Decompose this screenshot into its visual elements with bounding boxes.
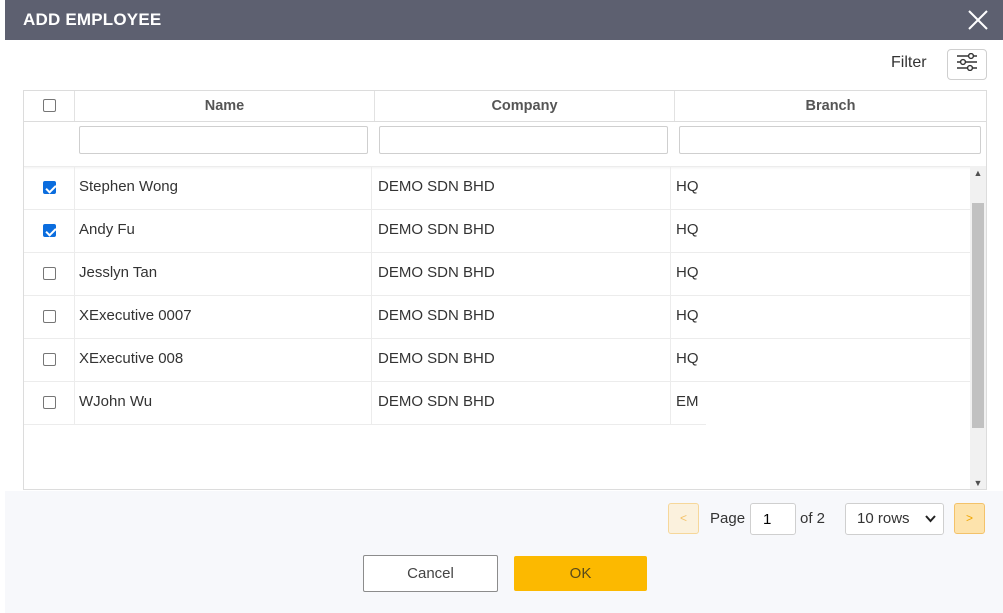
column-divider xyxy=(74,167,75,209)
column-divider xyxy=(74,210,75,252)
row-select-checkbox[interactable] xyxy=(43,224,56,237)
table-row[interactable]: XExecutive 0007 DEMO SDN BHD HQ xyxy=(24,295,970,338)
cell-name: WJohn Wu xyxy=(79,393,153,410)
column-header-name[interactable]: Name xyxy=(74,91,374,121)
scroll-up-arrow-icon[interactable]: ▲ xyxy=(970,166,986,180)
column-divider xyxy=(670,253,671,295)
row-select-checkbox[interactable] xyxy=(43,353,56,366)
column-divider xyxy=(74,296,75,338)
column-divider xyxy=(670,296,671,338)
row-select-checkbox[interactable] xyxy=(43,310,56,323)
cell-name: Jesslyn Tan xyxy=(79,264,158,281)
rows-per-page-select[interactable]: 10 rows xyxy=(845,503,944,535)
dialog-title: ADD EMPLOYEE xyxy=(23,10,162,29)
ok-button[interactable]: OK xyxy=(514,556,647,591)
page-label: Page xyxy=(710,510,746,527)
cell-company: DEMO SDN BHD xyxy=(378,221,495,238)
select-all-checkbox[interactable] xyxy=(43,99,56,112)
add-employee-dialog: ADD EMPLOYEE Filter Name Company Branch … xyxy=(0,0,1003,613)
vertical-scrollbar[interactable]: ▲ ▼ xyxy=(970,166,986,489)
rows-per-page-value: 10 rows xyxy=(857,510,910,527)
filter-button[interactable] xyxy=(947,49,987,80)
cell-company: DEMO SDN BHD xyxy=(378,393,495,410)
column-divider xyxy=(670,210,671,252)
row-select-checkbox[interactable] xyxy=(43,181,56,194)
employee-grid: Name Company Branch Stephen Wong DEMO SDN… xyxy=(23,90,987,490)
previous-page-button[interactable]: < xyxy=(668,503,699,534)
dialog-footer: < Page of 2 10 rows > Cancel OK xyxy=(5,491,1003,613)
column-divider xyxy=(371,210,372,252)
column-divider xyxy=(670,382,671,424)
cancel-button[interactable]: Cancel xyxy=(363,555,498,592)
cell-company: DEMO SDN BHD xyxy=(378,307,495,324)
column-divider xyxy=(74,253,75,295)
table-row[interactable]: XExecutive 008 DEMO SDN BHD HQ xyxy=(24,338,970,381)
close-icon[interactable] xyxy=(965,7,991,33)
column-header-company[interactable]: Company xyxy=(374,91,674,121)
sliders-icon xyxy=(956,52,978,76)
chevron-down-icon xyxy=(925,504,936,546)
cell-name: XExecutive 008 xyxy=(79,350,184,367)
column-divider xyxy=(670,167,671,209)
table-end-divider xyxy=(24,424,706,425)
cell-name: Stephen Wong xyxy=(79,178,178,195)
row-select-checkbox[interactable] xyxy=(43,396,56,409)
column-divider xyxy=(371,296,372,338)
grid-body: Stephen Wong DEMO SDN BHD HQ Andy Fu DEMO SD… xyxy=(24,166,970,489)
column-divider xyxy=(371,253,372,295)
filter-label: Filter xyxy=(891,54,927,71)
cell-branch: HQ xyxy=(676,178,699,195)
column-divider xyxy=(74,382,75,424)
cell-branch: HQ xyxy=(676,307,699,324)
cell-name: Andy Fu xyxy=(79,221,135,238)
cell-branch: HQ xyxy=(676,264,699,281)
table-row[interactable]: Jesslyn Tan DEMO SDN BHD HQ xyxy=(24,252,970,295)
column-filter-row xyxy=(24,122,986,166)
branch-filter-input[interactable] xyxy=(679,126,981,154)
cell-company: DEMO SDN BHD xyxy=(378,264,495,281)
page-count-label: of 2 xyxy=(800,510,826,527)
page-number-input[interactable] xyxy=(750,503,796,535)
scroll-down-arrow-icon[interactable]: ▼ xyxy=(970,476,986,489)
table-row[interactable]: WJohn Wu DEMO SDN BHD EM xyxy=(24,381,970,424)
column-header-branch[interactable]: Branch xyxy=(674,91,986,121)
select-all-cell xyxy=(24,91,74,121)
table-row[interactable]: Stephen Wong DEMO SDN BHD HQ xyxy=(24,166,970,209)
row-select-checkbox[interactable] xyxy=(43,267,56,280)
table-row[interactable]: Andy Fu DEMO SDN BHD HQ xyxy=(24,209,970,252)
cell-branch: HQ xyxy=(676,350,699,367)
dialog-titlebar: ADD EMPLOYEE xyxy=(5,0,1003,40)
cell-company: DEMO SDN BHD xyxy=(378,178,495,195)
cell-branch: HQ xyxy=(676,221,699,238)
column-divider xyxy=(371,382,372,424)
column-divider xyxy=(371,167,372,209)
name-filter-input[interactable] xyxy=(79,126,368,154)
column-divider xyxy=(670,339,671,381)
grid-header: Name Company Branch xyxy=(24,91,986,122)
column-divider xyxy=(74,339,75,381)
cell-company: DEMO SDN BHD xyxy=(378,350,495,367)
company-filter-input[interactable] xyxy=(379,126,668,154)
scrollbar-thumb[interactable] xyxy=(972,203,984,428)
next-page-button[interactable]: > xyxy=(954,503,985,534)
cell-branch: EM xyxy=(676,393,699,410)
cell-name: XExecutive 0007 xyxy=(79,307,192,324)
column-divider xyxy=(371,339,372,381)
